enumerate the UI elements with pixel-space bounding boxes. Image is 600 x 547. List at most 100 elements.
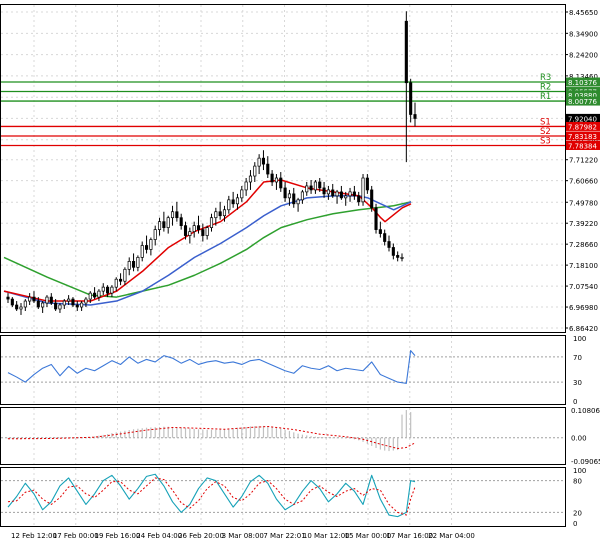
candle-body (149, 239, 153, 250)
macd-histogram-bar (42, 437, 44, 439)
candle-body (123, 268, 127, 282)
x-axis-label: 24 Feb 04:00 (136, 532, 182, 540)
candle-body (23, 300, 27, 308)
candle-body (119, 278, 123, 282)
macd-histogram-bar (323, 437, 325, 438)
macd-histogram-bar (50, 437, 52, 439)
candle-body (261, 157, 266, 165)
macd-histogram-bar (392, 437, 394, 451)
stoch-tick-label: 100 (573, 467, 586, 475)
x-axis-label: 19 Feb 16:00 (95, 532, 141, 540)
candle-body (71, 298, 75, 306)
candle-body (374, 207, 378, 230)
candle-body (296, 199, 300, 205)
macd-tick-label: 0.108065 (571, 407, 600, 415)
candle-body (235, 197, 240, 205)
stoch-tick-label: 20 (573, 509, 582, 517)
macd-histogram-bar (232, 428, 234, 438)
price-tag-text: 7.87982 (568, 123, 597, 131)
candle-body (396, 255, 400, 258)
candle-body (41, 302, 45, 308)
macd-histogram-bar (267, 426, 269, 438)
macd-histogram-bar (388, 437, 390, 452)
candle-body (205, 227, 209, 236)
rsi-tick-label: 100 (573, 335, 586, 343)
price-tag-text: 8.10376 (568, 79, 597, 87)
x-axis-label: 17 Mar 16:00 (386, 532, 433, 540)
macd-histogram-bar (288, 431, 291, 438)
macd-histogram-bar (379, 437, 381, 450)
candle-body (266, 163, 270, 175)
candle-body (101, 286, 105, 292)
macd-histogram-bar (254, 426, 256, 438)
pivot-level-name: R3 (540, 73, 551, 83)
price-tick-label: 7.07540 (569, 283, 598, 291)
macd-histogram-bar (310, 436, 312, 438)
macd-histogram-bar (128, 430, 130, 438)
price-tag-text: 7.83183 (568, 133, 597, 141)
macd-histogram-bar (145, 427, 148, 438)
price-tick-label: 6.96980 (569, 304, 598, 312)
macd-histogram-bar (271, 426, 273, 438)
macd-histogram-bar (405, 410, 407, 438)
price-tick-label: 7.49780 (569, 199, 598, 207)
candle-body (93, 292, 97, 298)
candle-body (170, 211, 175, 219)
candle-body (145, 245, 149, 250)
candle-body (136, 257, 140, 268)
candle-body (58, 304, 62, 310)
candle-body (114, 278, 118, 288)
candle-body (361, 177, 365, 203)
macd-histogram-bar (102, 434, 104, 438)
candle-body (378, 229, 382, 234)
price-tick-label: 8.34900 (569, 30, 598, 38)
macd-histogram-bar (275, 427, 278, 438)
candle-body (270, 173, 274, 183)
candle-body (110, 286, 114, 294)
candle-body (201, 229, 205, 236)
price-tag-text: 7.78384 (568, 142, 597, 150)
macd-histogram-bar (206, 429, 208, 438)
candle-body (32, 296, 36, 302)
macd-histogram-bar (241, 427, 243, 438)
candle-body (140, 245, 144, 258)
pivot-level-name: S1 (540, 117, 551, 127)
macd-histogram-bar (345, 437, 347, 439)
candle-body (84, 298, 88, 304)
macd-histogram-bar (189, 428, 191, 438)
candle-body (62, 300, 66, 306)
macd-histogram-bar (219, 429, 221, 438)
candle-body (300, 191, 304, 201)
candle-body (214, 211, 218, 219)
price-tick-label: 8.24200 (569, 52, 598, 60)
x-axis-label: 7 Mar 22:01 (263, 532, 305, 540)
candle-body (166, 217, 170, 228)
candle-body (409, 82, 413, 115)
macd-histogram-bar (115, 432, 117, 438)
price-tick-label: 8.45650 (569, 9, 598, 17)
candle-body (157, 221, 162, 230)
macd-histogram-bar (301, 434, 304, 438)
x-axis-label: 26 Feb 20:00 (178, 532, 224, 540)
candle-body (222, 209, 227, 217)
macd-histogram-bar (410, 412, 412, 438)
candle-body (253, 165, 257, 177)
macd-histogram-bar (401, 414, 403, 438)
macd-histogram-bar (98, 435, 100, 438)
x-axis-label: 17 Feb 00:00 (53, 532, 99, 540)
candle-body (153, 229, 157, 240)
macd-histogram-bar (245, 426, 247, 438)
macd-histogram-bar (228, 428, 230, 438)
candle-body (15, 304, 19, 310)
macd-histogram-bar (249, 426, 252, 438)
macd-panel-frame (0, 407, 566, 465)
macd-tick-label: -0.090651 (571, 458, 600, 466)
macd-histogram-bar (384, 437, 386, 451)
candle-body (49, 296, 53, 304)
macd-histogram-bar (327, 437, 329, 438)
macd-histogram-bar (215, 429, 217, 438)
candle-body (227, 199, 231, 211)
macd-histogram-bar (141, 428, 143, 438)
rsi-tick-label: 0 (573, 398, 577, 406)
candle-body (370, 189, 374, 209)
